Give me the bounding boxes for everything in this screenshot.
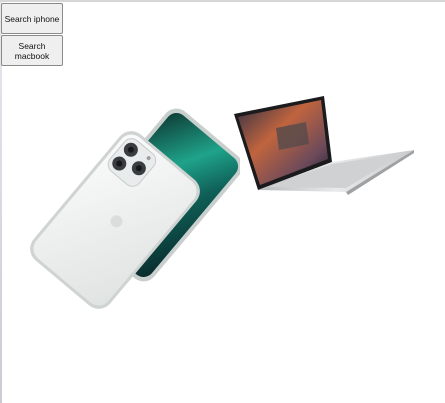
- iphone-graphic: [30, 108, 243, 309]
- top-border: [0, 0, 445, 2]
- macbook-image: [228, 92, 418, 197]
- search-macbook-button[interactable]: Search macbook: [1, 35, 63, 66]
- iphone-image: [20, 100, 243, 310]
- macbook-graphic: [234, 96, 414, 195]
- search-iphone-button[interactable]: Search iphone: [1, 3, 63, 34]
